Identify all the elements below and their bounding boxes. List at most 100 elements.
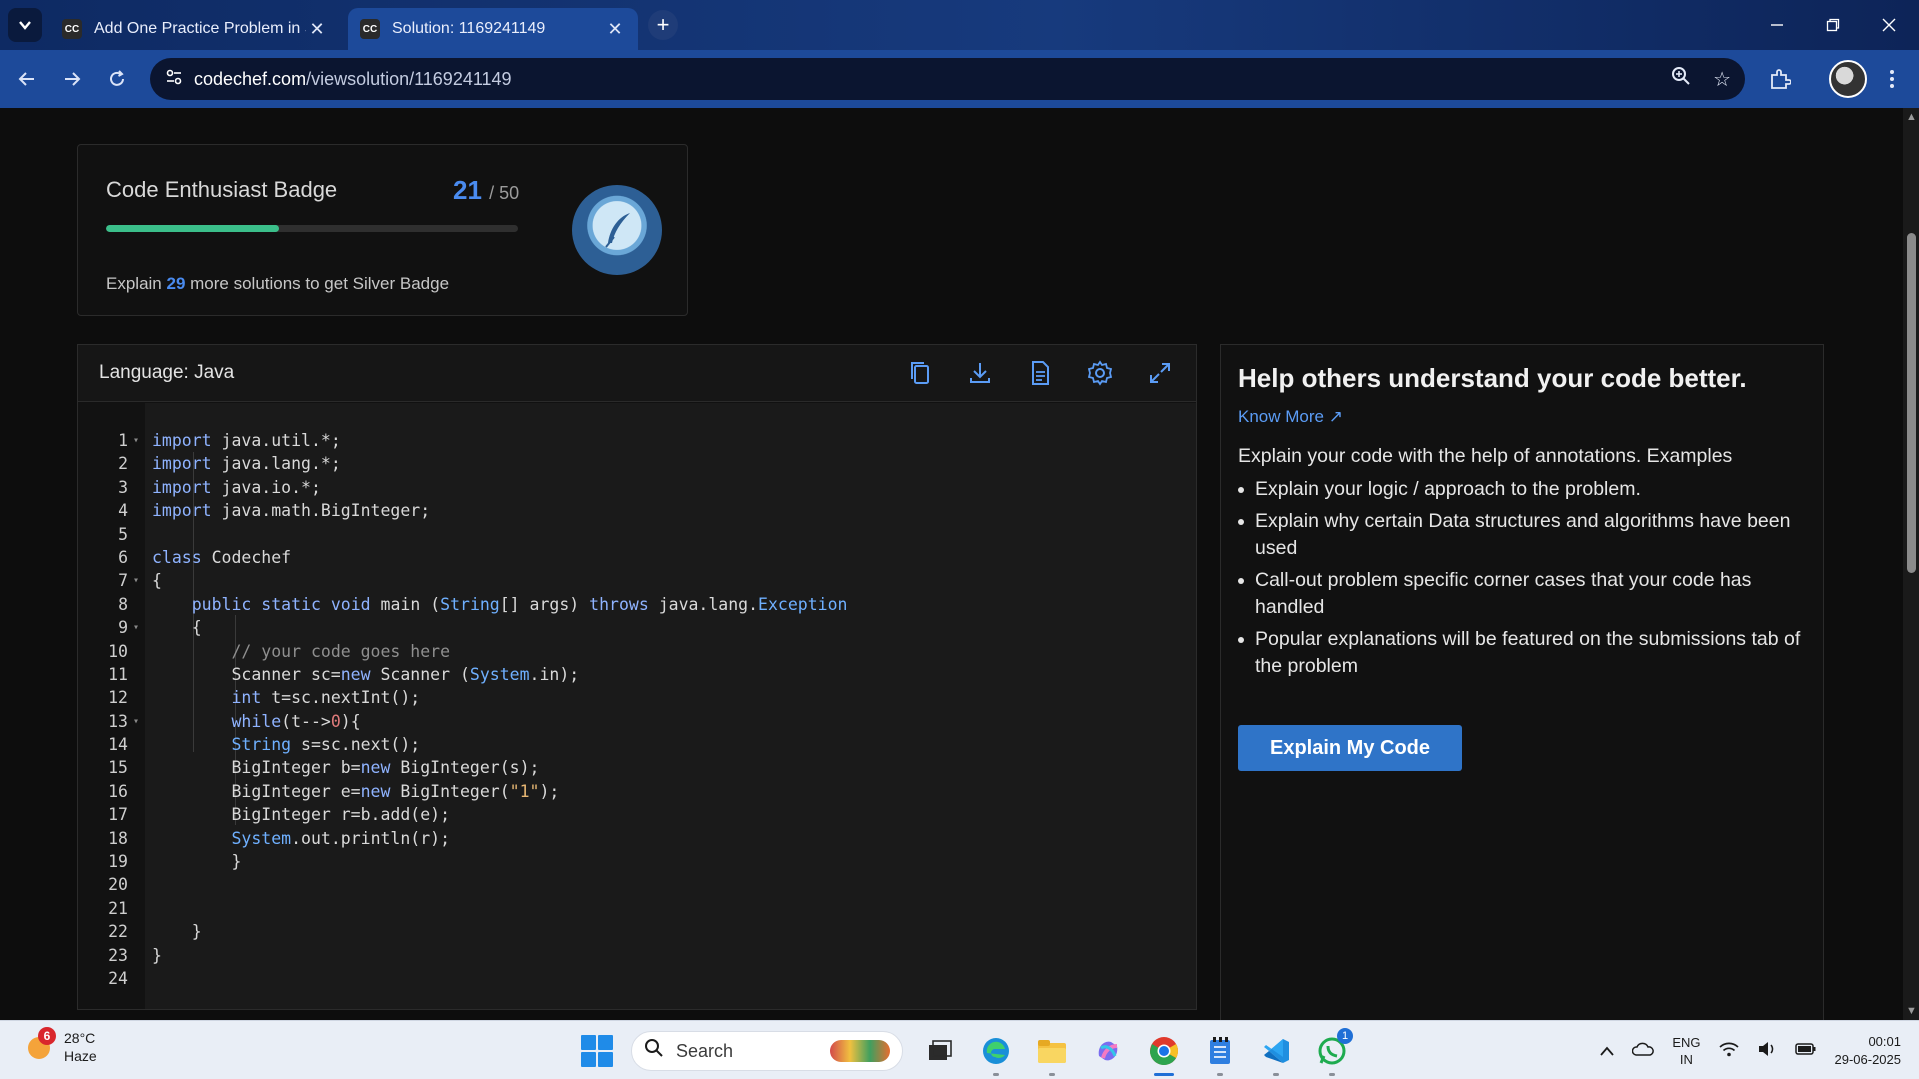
reload-icon — [110, 70, 124, 86]
view-text-button[interactable] — [1024, 357, 1056, 389]
fold-arrow-icon[interactable]: ▾ — [133, 616, 139, 639]
tab-solution[interactable]: CC Solution: 1169241149 ✕ — [348, 8, 638, 50]
code-line: 4 import java.math.BigInteger; — [78, 499, 1196, 522]
code-text: import java.io.*; — [152, 477, 321, 497]
weather-temp: 28°C — [64, 1030, 96, 1046]
code-line: 16 BigInteger e=new BigInteger("1"); — [78, 780, 1196, 803]
onedrive-cloud-icon[interactable] — [1632, 1041, 1655, 1061]
line-number: 4 — [118, 501, 128, 521]
wifi-icon[interactable] — [1718, 1041, 1739, 1062]
input-language[interactable]: ENG IN — [1672, 1034, 1700, 1068]
chevron-up-icon[interactable] — [1600, 1041, 1615, 1061]
help-points-list: Explain your logic / approach to the pro… — [1238, 476, 1808, 685]
taskbar-search[interactable]: Search — [631, 1031, 903, 1071]
url-text[interactable]: codechef.com/viewsolution/1169241149 — [194, 69, 512, 90]
back-button[interactable] — [10, 62, 44, 96]
system-tray: ENG IN 00:01 29-06-2025 — [1600, 1029, 1901, 1073]
bookmark-star-icon[interactable]: ☆ — [1713, 67, 1731, 92]
expand-icon — [1150, 363, 1170, 383]
vscode-icon[interactable] — [1257, 1032, 1295, 1076]
task-view-icon[interactable] — [921, 1032, 959, 1070]
notepad-icon[interactable] — [1201, 1032, 1239, 1076]
code-text: import java.util.*; — [152, 431, 341, 450]
code-editor[interactable]: 1 ▾ import java.util.*; 2 import java.lang.*… — [78, 403, 1196, 1009]
line-number: 1 — [118, 431, 128, 450]
scroll-up-icon[interactable]: ▲ — [1906, 112, 1917, 123]
explain-my-code-button[interactable]: Explain My Code — [1238, 725, 1462, 771]
site-settings-icon[interactable] — [154, 68, 194, 91]
editor-settings-button[interactable] — [1084, 357, 1116, 389]
code-text: } — [152, 922, 202, 942]
line-number: 10 — [108, 641, 128, 661]
reload-button[interactable] — [100, 62, 134, 96]
minimize-button[interactable] — [1749, 0, 1805, 50]
code-line: 13 ▾ while(t-->0){ — [78, 710, 1196, 733]
battery-icon[interactable] — [1794, 1041, 1817, 1061]
extensions-button[interactable] — [1763, 62, 1797, 96]
puzzle-icon — [1771, 69, 1791, 89]
help-heading: Help others understand your code better. — [1238, 363, 1747, 393]
scroll-thumb[interactable] — [1907, 233, 1916, 573]
fold-arrow-icon[interactable]: ▾ — [133, 710, 139, 733]
badge-desc-prefix: Explain — [106, 274, 167, 293]
page-scrollbar[interactable]: ▲ ▼ — [1903, 108, 1919, 1020]
weather-widget[interactable]: 6 28°C Haze — [22, 1027, 97, 1065]
windows-start-icon[interactable] — [581, 1035, 613, 1067]
code-text: BigInteger b=new BigInteger(s); — [152, 758, 540, 778]
help-intro: Explain your code with the help of annot… — [1238, 445, 1733, 467]
download-code-button[interactable] — [964, 357, 996, 389]
code-text: System.out.println(r); — [231, 828, 451, 848]
code-line: 6 class Codechef — [78, 546, 1196, 569]
fold-arrow-icon[interactable]: ▾ — [133, 429, 139, 452]
line-number: 22 — [108, 922, 128, 942]
file-explorer-icon[interactable] — [1033, 1032, 1071, 1076]
code-line: 1 ▾ import java.util.*; — [78, 429, 1196, 452]
whatsapp-icon[interactable]: 1 — [1313, 1028, 1353, 1076]
fullscreen-button[interactable] — [1144, 357, 1176, 389]
forward-button[interactable] — [55, 62, 89, 96]
close-tab-icon[interactable]: ✕ — [604, 19, 626, 40]
weather-sun-icon: 6 — [22, 1027, 56, 1063]
tab-strip: CC Add One Practice Problem in St ✕ CC S… — [0, 0, 1919, 50]
close-tab-icon[interactable]: ✕ — [306, 19, 328, 40]
line-number: 16 — [108, 781, 128, 801]
edge-browser-icon[interactable] — [977, 1032, 1015, 1076]
help-panel: Help others understand your code better.… — [1220, 344, 1824, 1020]
line-number: 6 — [118, 547, 128, 567]
browser-menu-button[interactable] — [1875, 62, 1909, 96]
minimize-icon — [1771, 24, 1783, 26]
address-bar[interactable]: codechef.com/viewsolution/1169241149 ☆ — [150, 58, 1745, 100]
scroll-down-icon[interactable]: ▼ — [1906, 1006, 1917, 1017]
badge-remaining-count: 29 — [166, 274, 186, 293]
profile-avatar[interactable] — [1829, 60, 1867, 98]
new-tab-button[interactable]: + — [648, 10, 678, 40]
code-text: import java.math.BigInteger; — [152, 501, 431, 521]
url-host: codechef.com — [194, 68, 307, 89]
taskbar: 6 28°C Haze Search 1 ENG IN 00:01 29-06-… — [0, 1020, 1919, 1079]
line-number: 23 — [108, 945, 128, 965]
list-item: Explain your logic / approach to the pro… — [1238, 476, 1808, 503]
close-window-button[interactable] — [1861, 0, 1917, 50]
tab-search-button[interactable] — [8, 8, 42, 42]
line-number: 11 — [108, 664, 128, 684]
weather-badge: 6 — [38, 1027, 56, 1045]
code-text: { — [152, 618, 202, 638]
fold-arrow-icon[interactable]: ▾ — [133, 569, 139, 592]
copy-code-button[interactable] — [904, 357, 936, 389]
code-text: Scanner sc=new Scanner (System.in); — [152, 664, 580, 684]
code-line: 24 — [78, 967, 1196, 990]
badge-progress-fill — [106, 225, 280, 232]
restore-button[interactable] — [1805, 0, 1861, 50]
clock[interactable]: 00:01 29-06-2025 — [1835, 1033, 1902, 1069]
know-more-link[interactable]: Know More ↗ — [1238, 407, 1343, 427]
zoom-icon[interactable] — [1671, 66, 1691, 92]
tab-practice-problem[interactable]: CC Add One Practice Problem in St ✕ — [50, 8, 340, 50]
volume-icon[interactable] — [1757, 1041, 1777, 1062]
copilot-icon[interactable] — [1089, 1032, 1127, 1070]
file-icon — [1032, 361, 1049, 385]
download-icon — [970, 363, 990, 383]
chrome-browser-icon[interactable] — [1145, 1032, 1183, 1076]
line-number: 24 — [108, 968, 128, 988]
whatsapp-badge: 1 — [1337, 1028, 1353, 1044]
restore-icon — [1826, 18, 1840, 32]
